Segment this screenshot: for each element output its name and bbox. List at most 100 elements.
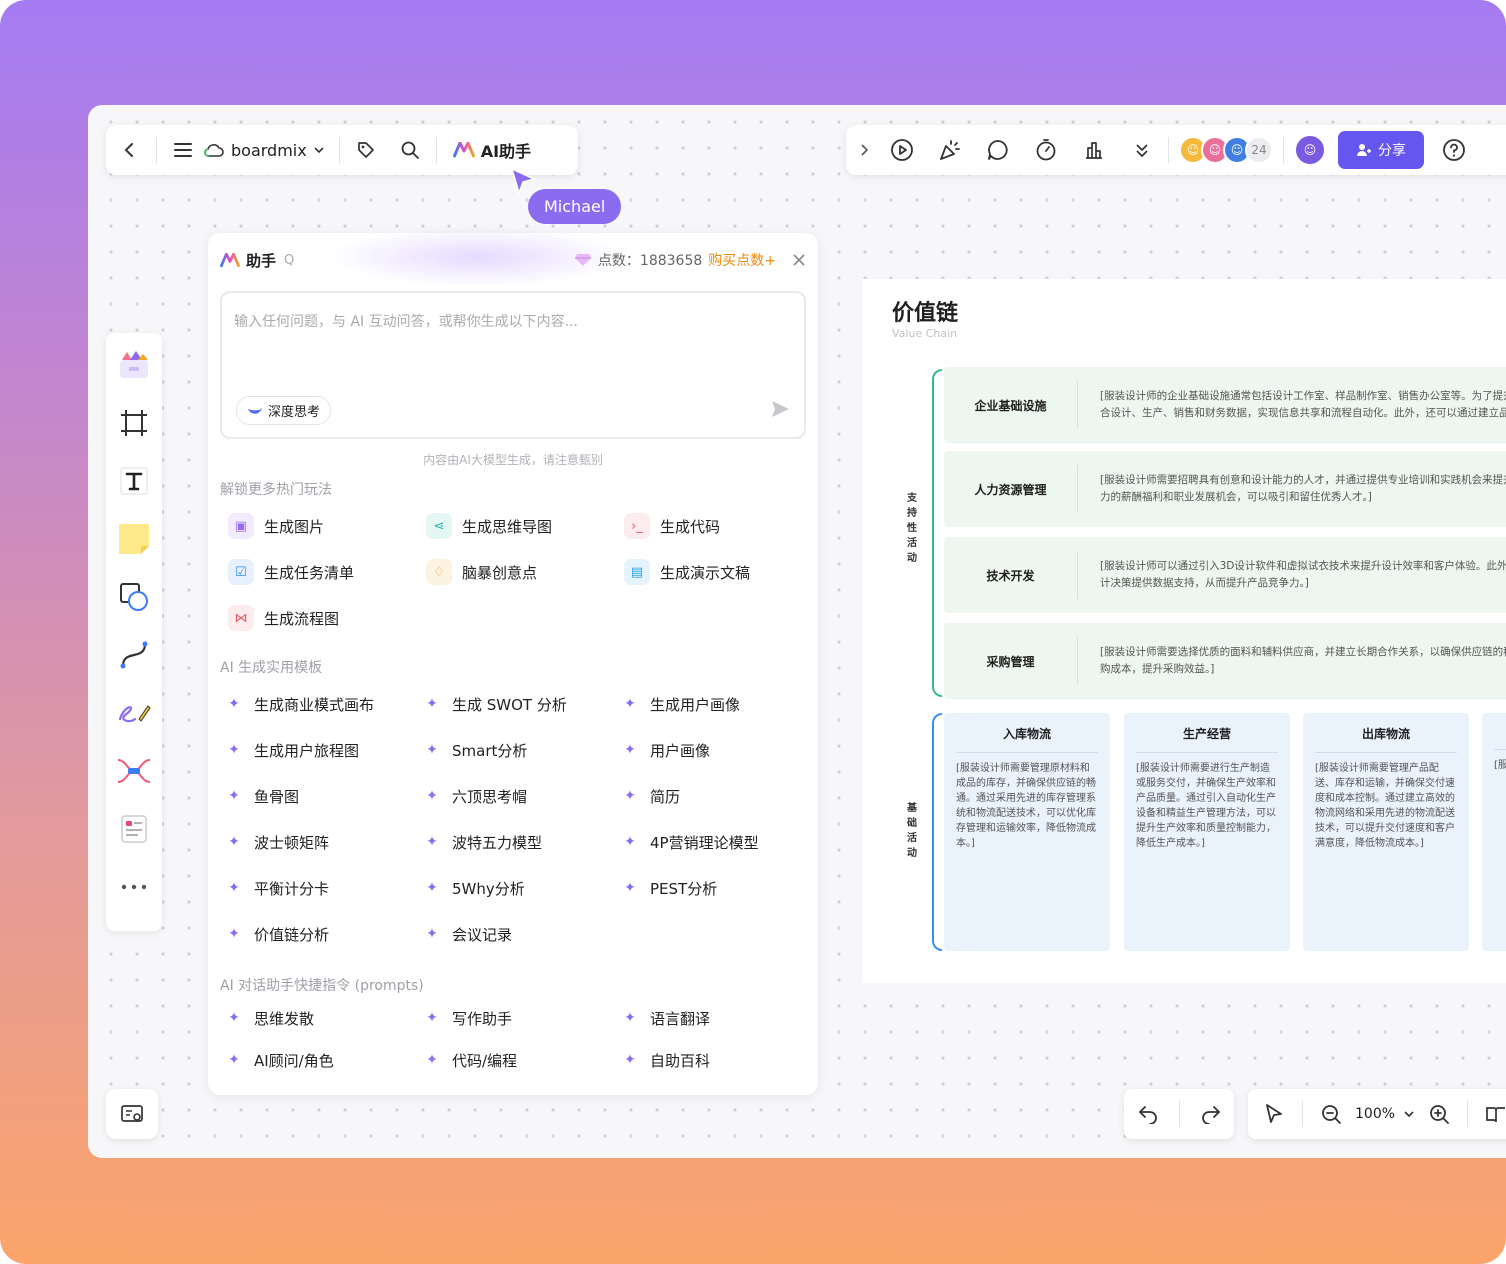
template-item[interactable]: ✦ 价值链分析: [224, 911, 422, 957]
prompt-item[interactable]: ✦ AI顾问/角色: [224, 1039, 422, 1081]
prompt-item[interactable]: ✦ 写作助手: [422, 997, 620, 1039]
frame-icon[interactable]: [114, 401, 154, 445]
select-cursor-icon[interactable]: [1258, 1098, 1290, 1130]
back-icon[interactable]: [114, 134, 146, 166]
template-item[interactable]: ✦ 4P营销理论模型: [620, 819, 818, 865]
book-icon[interactable]: [1480, 1098, 1506, 1130]
template-label: 价值链分析: [254, 925, 330, 944]
document-icon[interactable]: [114, 807, 154, 851]
hot-feature-item[interactable]: ⋈ 生成流程图: [228, 595, 426, 641]
template-item[interactable]: ✦ 平衡计分卡: [224, 865, 422, 911]
redo-icon[interactable]: [1195, 1098, 1227, 1130]
undo-icon[interactable]: [1132, 1098, 1164, 1130]
primary-activity-card[interactable]: 出库物流 [服装设计师需要管理产品配送、库存和运输，并确保交付速度和成本控制。通过…: [1303, 713, 1469, 951]
user-plus-icon: [1357, 144, 1371, 156]
prompt-item[interactable]: ✦ 自助百科: [620, 1039, 818, 1081]
template-item[interactable]: ✦ 生成 SWOT 分析: [422, 681, 620, 727]
more-down-icon[interactable]: [1126, 134, 1158, 166]
template-item[interactable]: ✦ 生成用户画像: [620, 681, 818, 727]
my-avatar[interactable]: ☺: [1294, 134, 1326, 166]
vote-icon[interactable]: [1078, 134, 1110, 166]
board-switcher[interactable]: boardmix: [199, 141, 329, 160]
hot-feature-item[interactable]: ☑ 生成任务清单: [228, 549, 426, 595]
template-item[interactable]: ✦ 鱼骨图: [224, 773, 422, 819]
template-item[interactable]: ✦ PEST分析: [620, 865, 818, 911]
desc-line: 计决策提供数据支持，从而提升产品竞争力。]: [1100, 577, 1309, 589]
template-item[interactable]: ✦ 波士顿矩阵: [224, 819, 422, 865]
pen-icon[interactable]: [114, 691, 154, 735]
hot-feature-item[interactable]: ›_ 生成代码: [624, 503, 822, 549]
zoom-select[interactable]: 100%: [1355, 1106, 1415, 1122]
prompt-label: 自助百科: [650, 1051, 711, 1070]
hot-feature-item[interactable]: ▤ 生成演示文稿: [624, 549, 822, 595]
desc-line: 力的薪酬福利和职业发展机会，可以吸引和留住优秀人才。]: [1100, 491, 1372, 503]
sparkle-icon: ✦: [228, 1010, 240, 1026]
value-chain-board[interactable]: 价值链 Value Chain 支持性活动 企业基础设施 [服装设计师的企业基础设…: [862, 279, 1506, 983]
primary-activity-card[interactable]: [服引牌媒道份户营诚: [1482, 713, 1506, 951]
question-input[interactable]: 输入任何问题，与 AI 互动问答，或帮你生成以下内容... 深度思考: [220, 291, 806, 439]
template-icon[interactable]: [114, 343, 154, 387]
template-item[interactable]: ✦ Smart分析: [422, 727, 620, 773]
support-activity-row[interactable]: 企业基础设施 [服装设计师的企业基础设施通常包括设计工作室、样品制作室、销售办公室…: [944, 367, 1506, 443]
support-activity-row[interactable]: 人力资源管理 [服装设计师需要招聘具有创意和设计能力的人才，并通过提供专业培训和实…: [944, 451, 1506, 527]
template-item[interactable]: ✦ 用户画像: [620, 727, 818, 773]
comment-icon[interactable]: [982, 134, 1014, 166]
hot-feature-item[interactable]: ▣ 生成图片: [228, 503, 426, 549]
prompt-item[interactable]: ✦ 语言翻译: [620, 997, 818, 1039]
support-activity-row[interactable]: 技术开发 [服装设计师可以通过引入3D设计软件和虚拟试衣技术来提升设计效率和客户体…: [944, 537, 1506, 613]
support-activity-row[interactable]: 采购管理 [服装设计师需要选择优质的面料和辅料供应商，并建立长期合作关系，以确保供…: [944, 623, 1506, 699]
prompt-item[interactable]: ✦ 思维发散: [224, 997, 422, 1039]
sparkle-icon: ✦: [228, 834, 240, 850]
connector-icon[interactable]: [114, 633, 154, 677]
prompt-item[interactable]: ✦ 代码/编程: [422, 1039, 620, 1081]
bulb-icon: ♢: [426, 559, 452, 585]
template-item[interactable]: ✦ 会议记录: [422, 911, 620, 957]
help-icon[interactable]: [1438, 134, 1470, 166]
template-item[interactable]: ✦ 波特五力模型: [422, 819, 620, 865]
hot-feature-item[interactable]: ⋖ 生成思维导图: [426, 503, 624, 549]
celebrate-icon[interactable]: [934, 134, 966, 166]
code-icon: ›_: [624, 513, 650, 539]
minimap-button[interactable]: [106, 1089, 158, 1139]
primary-activity-card[interactable]: 生产经营 [服装设计师需要进行生产制造或服务交付，并确保生产效率和产品质量。通过引…: [1124, 713, 1290, 951]
tag-icon[interactable]: [350, 134, 382, 166]
close-icon[interactable]: [792, 253, 806, 267]
play-icon[interactable]: [886, 134, 918, 166]
section-hot-title: 解锁更多热门玩法: [220, 482, 332, 498]
checklist-icon: ☑: [228, 559, 254, 585]
zoom-in-icon[interactable]: [1423, 1098, 1455, 1130]
more-icon[interactable]: [114, 865, 154, 909]
template-item[interactable]: ✦ 简历: [620, 773, 818, 819]
deep-think-toggle[interactable]: 深度思考: [236, 396, 332, 425]
share-button[interactable]: 分享: [1338, 131, 1424, 169]
ai-assistant-button[interactable]: AI助手: [447, 138, 537, 162]
board-subtitle: Value Chain: [892, 327, 958, 340]
mindmap-icon[interactable]: [114, 749, 154, 793]
deep-think-label: 深度思考: [268, 405, 321, 420]
shape-icon[interactable]: [114, 575, 154, 619]
menu-icon[interactable]: [167, 134, 199, 166]
sticky-note-icon[interactable]: [114, 517, 154, 561]
ai-logo-icon: [220, 252, 240, 267]
send-icon[interactable]: [770, 399, 790, 423]
support-activity-name: 技术开发: [944, 551, 1078, 599]
prompt-label: 代码/编程: [452, 1051, 518, 1070]
timer-icon[interactable]: [1030, 134, 1062, 166]
hot-feature-item[interactable]: ♢ 脑暴创意点: [426, 549, 624, 595]
text-icon[interactable]: [114, 459, 154, 503]
section-prompts-title: AI 对话助手快捷指令 (prompts): [220, 978, 424, 994]
search-icon[interactable]: [394, 134, 426, 166]
expand-icon[interactable]: [854, 134, 874, 166]
zoom-out-icon[interactable]: [1315, 1098, 1347, 1130]
undo-redo-bar: [1124, 1089, 1234, 1139]
buy-credits-link[interactable]: 购买点数+: [708, 250, 776, 270]
template-item[interactable]: ✦ 5Why分析: [422, 865, 620, 911]
template-item[interactable]: ✦ 六顶思考帽: [422, 773, 620, 819]
template-item[interactable]: ✦ 生成商业模式画布: [224, 681, 422, 727]
support-activity-name: 人力资源管理: [944, 465, 1078, 513]
template-item[interactable]: ✦ 生成用户旅程图: [224, 727, 422, 773]
primary-activity-card[interactable]: 入库物流 [服装设计师需要管理原材料和成品的库存，并确保供应链的畅通。通过采用先进…: [944, 713, 1110, 951]
online-avatars[interactable]: ☺ ☺ ☺ 24: [1179, 136, 1273, 164]
hot-feature-label: 生成图片: [264, 517, 325, 536]
zoom-level: 100%: [1355, 1106, 1396, 1122]
